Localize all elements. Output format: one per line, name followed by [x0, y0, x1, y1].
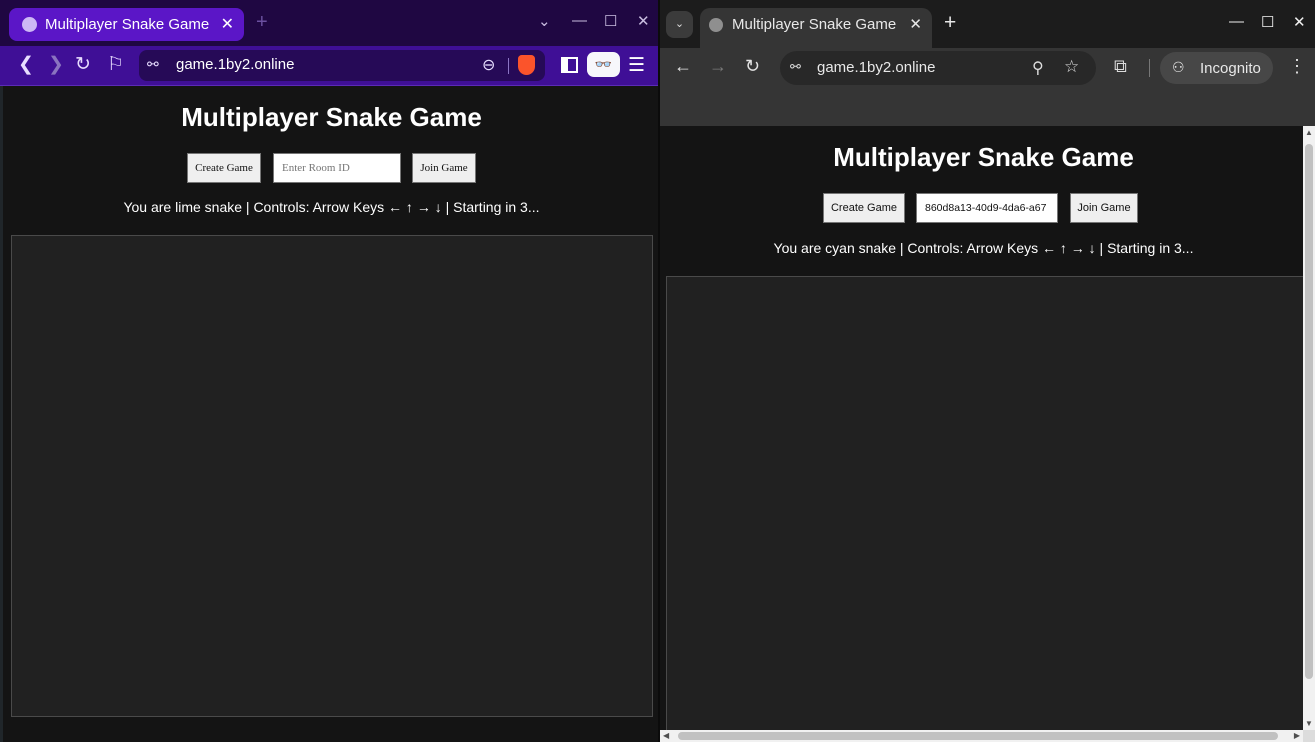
sidebar-toggle-icon[interactable] — [561, 57, 578, 73]
room-id-input[interactable] — [273, 153, 401, 183]
address-bar[interactable]: ⚯ game.1by2.online ⊖ — [139, 50, 545, 81]
forward-button[interactable]: ❯ — [48, 53, 64, 76]
private-window-icon[interactable]: 👓 — [587, 52, 620, 77]
page-content: Multiplayer Snake Game Create Game Join … — [664, 126, 1303, 730]
toolbar-extension-area — [660, 88, 1315, 126]
tab-title: Multiplayer Snake Game — [732, 16, 897, 33]
reload-button[interactable]: ↻ — [745, 56, 760, 77]
tab-multiplayer-snake[interactable]: Multiplayer Snake Game ✕ — [700, 8, 932, 48]
navigation-toolbar: ← → ↻ ⚯ game.1by2.online ⚲ ☆ ⧉ ⚇ Incogni… — [660, 48, 1315, 88]
game-board-canvas[interactable] — [666, 276, 1303, 730]
close-window-button[interactable]: ✕ — [637, 12, 650, 30]
site-info-icon[interactable]: ⚯ — [147, 56, 159, 73]
site-info-icon[interactable]: ⚯ — [790, 59, 801, 75]
globe-icon — [709, 18, 723, 32]
url-text[interactable]: game.1by2.online — [817, 59, 935, 76]
page-title: Multiplayer Snake Game — [833, 142, 1134, 172]
tab-strip: ⌄ Multiplayer Snake Game ✕ + — ☐ ✕ — [660, 0, 1315, 48]
maximize-button[interactable]: ☐ — [1261, 13, 1274, 31]
menu-icon[interactable]: ☰ — [628, 54, 645, 77]
create-game-button[interactable]: Create Game — [823, 193, 905, 223]
tab-close-icon[interactable]: ✕ — [909, 15, 922, 33]
brave-window: Multiplayer Snake Game ✕ + ⌄ — ☐ ✕ ❮ ❯ ↻… — [0, 0, 660, 742]
vertical-scrollbar[interactable]: ▲ ▼ — [1303, 126, 1315, 730]
bookmark-star-icon[interactable]: ☆ — [1064, 57, 1079, 77]
navigation-toolbar: ❮ ❯ ↻ ⚐ ⚯ game.1by2.online ⊖ 👓 ☰ — [0, 46, 660, 86]
bookmark-button[interactable]: ⚐ — [107, 53, 124, 76]
page-title: Multiplayer Snake Game — [181, 102, 482, 132]
horizontal-scroll-thumb[interactable] — [678, 732, 1278, 740]
tab-multiplayer-snake[interactable]: Multiplayer Snake Game ✕ — [9, 8, 244, 41]
join-game-button[interactable]: Join Game — [412, 153, 476, 183]
game-status: You are lime snake | Controls: Arrow Key… — [123, 199, 540, 215]
globe-icon — [22, 17, 37, 32]
create-game-button[interactable]: Create Game — [187, 153, 261, 183]
tab-search-button[interactable]: ⌄ — [666, 11, 693, 38]
scroll-down-icon[interactable]: ▼ — [1305, 719, 1313, 728]
page-content: Multiplayer Snake Game Create Game Join … — [3, 86, 660, 742]
game-status: You are cyan snake | Controls: Arrow Key… — [773, 240, 1194, 256]
tab-strip: Multiplayer Snake Game ✕ + ⌄ — ☐ ✕ — [0, 0, 660, 46]
incognito-icon: ⚇ — [1172, 59, 1185, 75]
forward-button[interactable]: → — [709, 56, 727, 77]
scrollbar-corner — [1303, 730, 1315, 742]
tab-title: Multiplayer Snake Game — [45, 16, 210, 33]
back-button[interactable]: ← — [674, 56, 692, 77]
incognito-label: Incognito — [1200, 60, 1261, 77]
game-board-canvas[interactable] — [11, 235, 653, 717]
room-id-input[interactable] — [916, 193, 1058, 223]
horizontal-scrollbar[interactable]: ◀ ▶ — [660, 730, 1303, 742]
tab-list-button[interactable]: ⌄ — [538, 12, 551, 30]
extensions-icon[interactable]: ⧉ — [1114, 56, 1127, 77]
vertical-scroll-thumb[interactable] — [1305, 144, 1313, 679]
scroll-right-icon[interactable]: ▶ — [1294, 731, 1300, 740]
scroll-left-icon[interactable]: ◀ — [663, 731, 669, 740]
address-divider — [508, 58, 509, 74]
minimize-button[interactable]: — — [572, 12, 587, 29]
minimize-button[interactable]: — — [1229, 13, 1244, 30]
reload-button[interactable]: ↻ — [75, 53, 91, 76]
new-tab-button[interactable]: + — [256, 11, 268, 34]
address-bar[interactable]: ⚯ game.1by2.online ⚲ ☆ — [780, 51, 1096, 85]
close-window-button[interactable]: ✕ — [1293, 13, 1306, 31]
chrome-incognito-window: ⌄ Multiplayer Snake Game ✕ + — ☐ ✕ ← → ↻… — [660, 0, 1315, 742]
maximize-button[interactable]: ☐ — [604, 12, 617, 30]
scroll-up-icon[interactable]: ▲ — [1305, 128, 1313, 137]
incognito-badge[interactable]: ⚇ Incognito — [1160, 52, 1273, 84]
toolbar-divider — [1149, 59, 1150, 77]
tab-close-icon[interactable]: ✕ — [221, 14, 234, 34]
brave-shields-icon[interactable] — [518, 55, 535, 75]
join-game-button[interactable]: Join Game — [1070, 193, 1138, 223]
zoom-icon[interactable]: ⊖ — [482, 55, 495, 75]
url-text[interactable]: game.1by2.online — [176, 56, 294, 73]
menu-icon[interactable]: ⋮ — [1288, 56, 1306, 77]
new-tab-button[interactable]: + — [944, 11, 956, 35]
back-button[interactable]: ❮ — [18, 53, 34, 76]
zoom-icon[interactable]: ⚲ — [1032, 58, 1044, 78]
